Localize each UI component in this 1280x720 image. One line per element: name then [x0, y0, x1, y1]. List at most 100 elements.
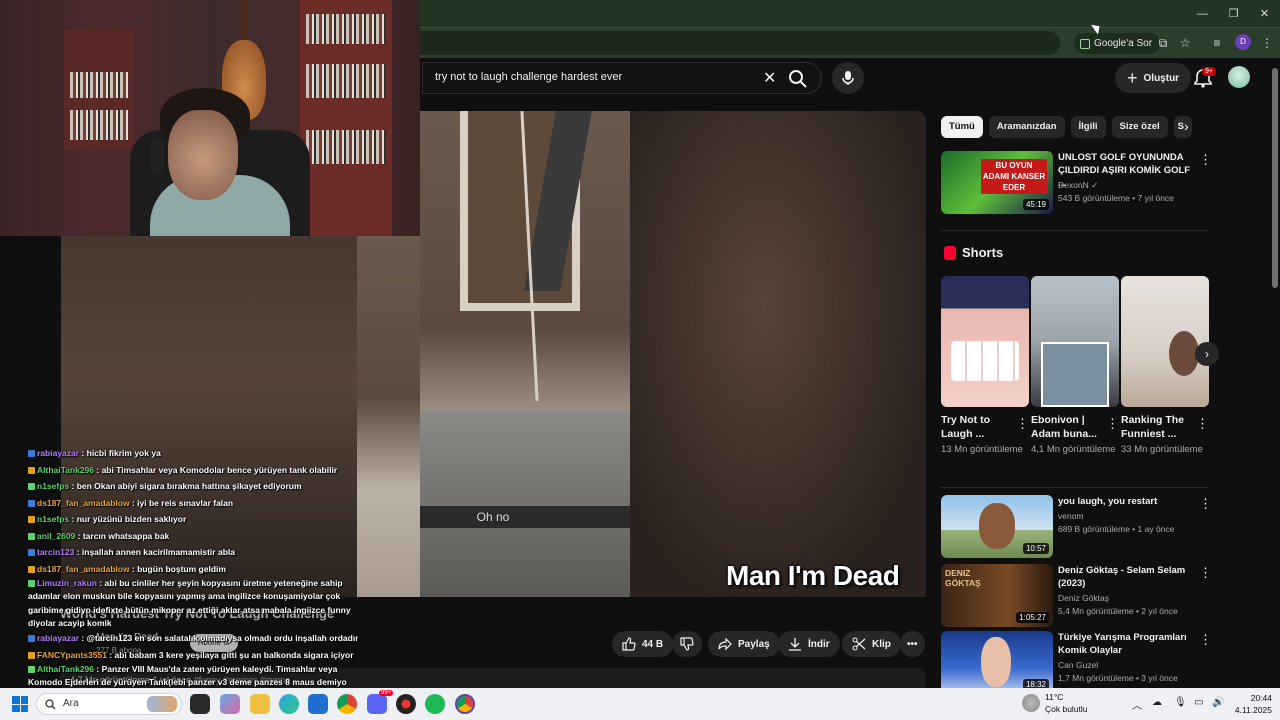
video-player[interactable]: Oh no	[420, 111, 926, 597]
short-item[interactable]: Ebonivon | Adam buna... 4,1 Mn görüntüle…	[1031, 276, 1119, 457]
rec-thumbnail[interactable]: 10:57	[941, 495, 1053, 558]
rec-channel[interactable]: Deniz Göktaş	[1058, 593, 1109, 603]
playlist-icon[interactable]: ≡	[1210, 36, 1224, 50]
account-avatar[interactable]	[1228, 66, 1250, 88]
chat-text: hicbi fikrim yok ya	[86, 448, 161, 458]
scrollbar-thumb[interactable]	[1272, 68, 1278, 288]
task-view-icon[interactable]	[190, 694, 210, 714]
dislike-button[interactable]	[672, 631, 702, 657]
chip-0[interactable]: Tümü	[941, 116, 983, 138]
more-options-icon[interactable]: ⋮	[1199, 633, 1212, 646]
chrome-profile-icon[interactable]	[455, 694, 475, 714]
taskbar-search-input[interactable]: Ara	[36, 693, 182, 715]
url-field[interactable]	[420, 31, 1060, 55]
chat-username: ds187_fan_amadablow	[37, 563, 130, 574]
chip-1[interactable]: Aramanızdan	[988, 116, 1065, 138]
profile-avatar[interactable]: D	[1235, 34, 1251, 50]
rec-item[interactable]: 18:32 Türkiye Yarışma Programları Komik …	[941, 631, 1212, 695]
weather-icon[interactable]	[1022, 694, 1040, 712]
short-title[interactable]: Ranking The Funniest ...	[1121, 413, 1193, 441]
short-views: 4,1 Mn görüntüleme	[1031, 444, 1116, 455]
short-views: 13 Mn görüntüleme	[941, 444, 1023, 455]
rec-thumbnail[interactable]: DENIZ GÖKTAŞ 1:05:27	[941, 564, 1053, 627]
rec-channel[interactable]: DexonN ✓	[1058, 180, 1098, 191]
chat-username: AlthaiTank296	[37, 664, 95, 675]
more-options-icon[interactable]: ⋮	[1106, 416, 1119, 432]
chat-badge-icon	[28, 666, 35, 674]
store-icon[interactable]	[308, 694, 328, 714]
cloud-sync-icon[interactable]: ☁	[1152, 697, 1162, 708]
more-options-icon[interactable]: ⋮	[1199, 153, 1212, 166]
chevron-right-icon[interactable]: ›	[1184, 118, 1189, 134]
network-icon[interactable]: ▭	[1194, 697, 1203, 708]
rec-item[interactable]: 10:57 you laugh, you restart venom 689 B…	[941, 495, 1212, 559]
create-button[interactable]: + Oluştur	[1115, 63, 1192, 93]
short-item[interactable]: Ranking The Funniest ... 33 Mn görüntüle…	[1121, 276, 1209, 457]
search-input[interactable]: try not to laugh challenge hardest ever …	[422, 62, 822, 94]
page-scrollbar[interactable]	[1270, 58, 1280, 688]
share-button[interactable]: Paylaş	[708, 631, 780, 657]
short-item[interactable]: Try Not to Laugh ... 13 Mn görüntüleme ⋮	[941, 276, 1029, 457]
download-button[interactable]: İndir	[778, 631, 840, 657]
voice-search-button[interactable]	[832, 62, 864, 94]
rec-thumbnail[interactable]: 18:32	[941, 631, 1053, 694]
chat-badge-icon	[28, 450, 35, 458]
cast-icon[interactable]: ⧉	[1156, 36, 1170, 50]
youtube-header: try not to laugh challenge hardest ever …	[420, 58, 1280, 98]
chat-separator: :	[96, 578, 105, 588]
minimize-icon[interactable]: —	[1187, 0, 1218, 27]
clock-time[interactable]: 20:44	[1236, 693, 1272, 703]
edge-icon[interactable]	[279, 694, 299, 714]
chip-3[interactable]: Size özel	[1111, 116, 1168, 138]
shorts-next-button[interactable]: ›	[1195, 342, 1219, 366]
chip-2[interactable]: İlgili	[1070, 116, 1106, 138]
rec-item[interactable]: DENIZ GÖKTAŞ 1:05:27 Deniz Göktaş - Sela…	[941, 564, 1212, 628]
microphone-icon[interactable]: 🎙	[1174, 697, 1187, 708]
spotify-icon[interactable]	[425, 694, 445, 714]
file-explorer-icon[interactable]	[250, 694, 270, 714]
short-title[interactable]: Ebonivon | Adam buna...	[1031, 413, 1103, 441]
restore-icon[interactable]: ❐	[1218, 0, 1249, 27]
short-thumbnail[interactable]	[941, 276, 1029, 407]
chat-message: FANCYpants3551 : abi babam 3 kere yeşila…	[28, 647, 358, 664]
discord-icon[interactable]: 99+	[367, 690, 394, 714]
rec-title[interactable]: you laugh, you restart	[1058, 495, 1198, 508]
more-options-icon[interactable]: ⋮	[1199, 566, 1212, 579]
windows-start-icon[interactable]	[12, 696, 28, 712]
menu-kebab-icon[interactable]: ⋮	[1260, 36, 1274, 50]
chat-username: rabiayazar	[37, 633, 80, 644]
more-options-icon[interactable]: ⋮	[1199, 497, 1212, 510]
bookmark-star-icon[interactable]: ☆	[1178, 36, 1192, 50]
more-options-icon[interactable]: ⋮	[1016, 416, 1029, 432]
rec-thumbnail[interactable]: BU OYUN ADAMI KANSER EDER 45:19	[941, 151, 1053, 214]
clock-date[interactable]: 4.11.2025	[1228, 705, 1272, 715]
thumb-text: BU OYUN ADAMI KANSER EDER	[981, 159, 1047, 194]
rec-title[interactable]: Türkiye Yarışma Programları Komik Olayla…	[1058, 631, 1198, 657]
clear-search-icon[interactable]: ✕	[763, 68, 776, 88]
close-window-icon[interactable]: ✕	[1249, 0, 1280, 27]
rec-meta: 689 B görüntüleme • 1 ay önce	[1058, 524, 1175, 534]
chat-separator: :	[75, 530, 83, 541]
rec-channel[interactable]: Can Guzel	[1058, 660, 1098, 670]
streamer-face	[168, 110, 238, 200]
short-thumbnail[interactable]	[1121, 276, 1209, 407]
obs-icon[interactable]	[396, 694, 416, 714]
rec-channel[interactable]: venom	[1058, 511, 1084, 521]
more-options-icon[interactable]: ⋮	[1196, 416, 1209, 432]
copilot-icon[interactable]	[220, 694, 240, 714]
more-actions-button[interactable]: •••	[900, 631, 925, 657]
search-icon[interactable]	[788, 69, 808, 89]
tray-chevron-icon[interactable]: ︿	[1132, 697, 1142, 712]
like-button[interactable]: 44 B	[612, 631, 674, 657]
rec-title[interactable]: Deniz Göktaş - Selam Selam (2023)	[1058, 564, 1198, 590]
chat-username: AlthaiTank296	[37, 464, 95, 475]
volume-icon[interactable]: 🔊	[1212, 697, 1224, 708]
google-sor-button[interactable]: Google'a Sor	[1074, 33, 1161, 54]
chat-separator: :	[69, 481, 77, 491]
short-thumbnail[interactable]	[1031, 276, 1119, 407]
weather-description: Çok bulutlu	[1045, 704, 1088, 714]
clip-button[interactable]: Klip	[842, 631, 901, 657]
short-title[interactable]: Try Not to Laugh ...	[941, 413, 1013, 441]
rec-item[interactable]: BU OYUN ADAMI KANSER EDER 45:19 UNLOST G…	[941, 151, 1212, 215]
chrome-icon[interactable]	[337, 694, 357, 714]
